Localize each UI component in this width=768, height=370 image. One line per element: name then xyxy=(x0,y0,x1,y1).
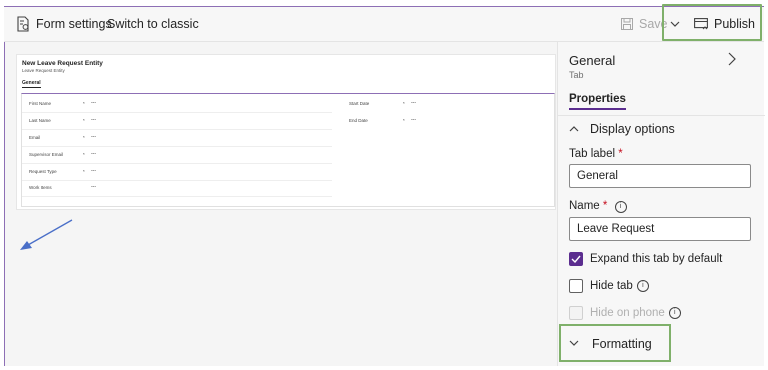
formatting-toggle[interactable]: Formatting xyxy=(569,337,652,351)
form-field-last-name[interactable]: Last Name * --- xyxy=(22,113,332,130)
hide-tab-checkbox[interactable]: Hide tab i xyxy=(569,279,649,293)
info-icon[interactable]: i xyxy=(636,280,649,292)
form-settings-button[interactable]: Form settings xyxy=(16,7,112,41)
panel-divider xyxy=(558,115,765,116)
field-label: Last Name xyxy=(29,118,51,123)
chevron-up-icon xyxy=(569,123,579,135)
chevron-down-icon xyxy=(569,338,579,350)
publish-highlight-box xyxy=(662,4,762,41)
field-label: Email xyxy=(29,135,41,140)
field-label: Work Items xyxy=(29,185,52,190)
tab-label-text: Tab label xyxy=(569,148,616,160)
form-field-work-items[interactable]: Work Items --- xyxy=(22,180,332,197)
form-settings-icon xyxy=(16,16,30,32)
tab-properties[interactable]: Properties xyxy=(569,93,626,110)
form-field-email[interactable]: Email * --- xyxy=(22,130,332,147)
field-label: End Date xyxy=(349,118,368,123)
field-value: --- xyxy=(91,184,96,190)
checkbox-unchecked-icon xyxy=(569,279,583,293)
field-value: --- xyxy=(91,151,96,157)
hide-on-phone-label: Hide on phone xyxy=(590,307,665,319)
required-marker: * xyxy=(602,200,608,212)
field-label: Supervisor Email xyxy=(29,152,64,157)
hide-on-phone-checkbox: Hide on phone i xyxy=(569,306,681,320)
tab-label-heading: Tab label * xyxy=(569,148,623,160)
form-title: New Leave Request Entity xyxy=(22,60,103,67)
required-marker: * xyxy=(83,118,85,123)
tab-label-input[interactable]: General xyxy=(569,164,751,188)
checkbox-disabled-icon xyxy=(569,306,583,320)
formatting-label: Formatting xyxy=(592,337,652,351)
info-icon[interactable]: i xyxy=(668,307,681,319)
required-marker: * xyxy=(83,152,85,157)
switch-to-classic-button[interactable]: Switch to classic xyxy=(107,7,199,41)
field-value: --- xyxy=(411,117,416,123)
required-marker: * xyxy=(83,101,85,106)
switch-to-classic-label: Switch to classic xyxy=(107,17,199,31)
name-label-text: Name xyxy=(569,200,600,212)
form-field-start-date[interactable]: Start Date * --- xyxy=(342,96,552,112)
field-label: First Name xyxy=(29,101,52,106)
properties-panel: General Tab Properties Display options T… xyxy=(557,42,765,366)
field-value: --- xyxy=(91,100,96,106)
save-button[interactable]: Save xyxy=(621,7,668,41)
required-marker: * xyxy=(618,148,623,160)
display-options-toggle[interactable]: Display options xyxy=(569,122,675,136)
form-preview-card[interactable]: New Leave Request Entity Leave Request E… xyxy=(16,54,556,210)
required-marker: * xyxy=(403,118,405,123)
annotation-arrow-icon xyxy=(18,218,78,257)
form-field-supervisor-email[interactable]: Supervisor Email * --- xyxy=(22,147,332,164)
save-icon xyxy=(621,18,633,30)
name-input[interactable]: Leave Request xyxy=(569,217,751,241)
form-field-end-date[interactable]: End Date * --- xyxy=(342,113,552,129)
checkbox-checked-icon xyxy=(569,252,583,266)
info-icon[interactable]: i xyxy=(614,201,627,213)
form-field-first-name[interactable]: First Name * --- xyxy=(22,96,332,113)
field-value: --- xyxy=(91,168,96,174)
panel-title: General xyxy=(569,53,616,68)
field-label: Start Date xyxy=(349,101,370,106)
form-section[interactable]: First Name * --- Last Name * --- Email *… xyxy=(21,93,555,207)
hide-tab-label: Hide tab xyxy=(590,280,633,292)
required-marker: * xyxy=(83,169,85,174)
form-settings-label: Form settings xyxy=(36,17,112,31)
form-field-request-type[interactable]: Request Type * --- xyxy=(22,164,332,181)
form-tab-general[interactable]: General xyxy=(22,80,41,88)
panel-subtitle: Tab xyxy=(569,70,584,80)
field-value: --- xyxy=(411,100,416,106)
field-value: --- xyxy=(91,134,96,140)
expand-by-default-label: Expand this tab by default xyxy=(590,253,723,265)
expand-by-default-checkbox[interactable]: Expand this tab by default xyxy=(569,252,722,266)
name-heading: Name * i xyxy=(569,200,627,213)
chevron-right-icon[interactable] xyxy=(727,52,737,71)
required-marker: * xyxy=(403,101,405,106)
display-options-label: Display options xyxy=(590,122,675,136)
form-subtitle: Leave Request Entity xyxy=(22,68,65,73)
field-value: --- xyxy=(91,117,96,123)
field-label: Request Type xyxy=(29,169,57,174)
required-marker: * xyxy=(83,135,85,140)
command-bar: Form settings Switch to classic Save Pub… xyxy=(4,6,764,42)
